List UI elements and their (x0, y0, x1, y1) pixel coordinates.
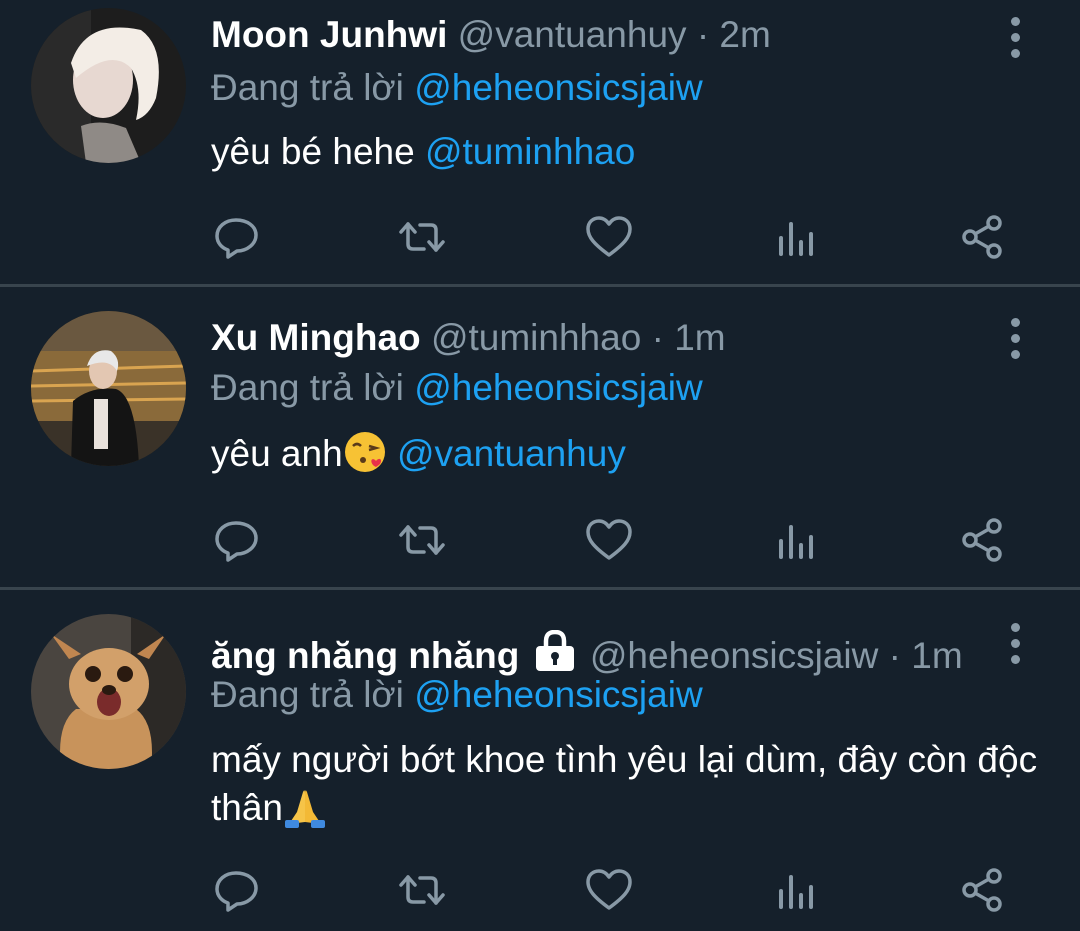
tweet[interactable]: Xu Minghao @tuminhhao · 1m Đang trả lời … (0, 287, 1080, 587)
avatar[interactable] (31, 8, 186, 163)
replying-to-mention[interactable]: @heheonsicsjaiw (414, 67, 702, 108)
display-name[interactable]: Moon Junhwi (211, 14, 447, 55)
tweet-text-content: yêu bé hehe (211, 131, 425, 172)
tweet-text-content: yêu anh (211, 433, 343, 474)
tweet-header: ăng nhăng nhăng @heheonsicsjaiw · 1m (211, 630, 963, 674)
more-options-icon[interactable] (1004, 318, 1028, 360)
retweet-icon[interactable] (397, 212, 447, 262)
replying-to-mention[interactable]: @heheonsicsjaiw (414, 674, 702, 715)
analytics-icon[interactable] (771, 212, 821, 262)
timestamp[interactable]: 1m (911, 635, 962, 676)
action-bar (0, 865, 1080, 915)
retweet-icon[interactable] (397, 865, 447, 915)
user-handle[interactable]: @tuminhhao (431, 317, 641, 358)
replying-prefix: Đang trả lời (211, 367, 404, 408)
replying-to-line: Đang trả lời @heheonsicsjaiw (211, 676, 703, 713)
folded-hands-emoji (285, 790, 326, 828)
lock-icon (535, 630, 574, 671)
tweet-text: yêu anh @vantuanhuy (211, 430, 1051, 478)
avatar[interactable] (31, 614, 186, 769)
replying-to-line: Đang trả lời @heheonsicsjaiw (211, 369, 703, 406)
share-icon[interactable] (957, 865, 1007, 915)
tweet-text-content: mấy người bớt khoe tình yêu lại dùm, đây… (211, 739, 1038, 828)
tweet[interactable]: ăng nhăng nhăng @heheonsicsjaiw · 1m Đan… (0, 590, 1080, 931)
like-icon[interactable] (584, 515, 634, 565)
timestamp[interactable]: 1m (674, 317, 725, 358)
timestamp[interactable]: 2m (719, 14, 770, 55)
replying-prefix: Đang trả lời (211, 67, 404, 108)
share-icon[interactable] (957, 212, 1007, 262)
tweet-text: yêu bé hehe @tuminhhao (211, 128, 1051, 176)
analytics-icon[interactable] (771, 865, 821, 915)
retweet-icon[interactable] (397, 515, 447, 565)
like-icon[interactable] (584, 865, 634, 915)
mention-link[interactable]: @tuminhhao (425, 131, 635, 172)
mention-link[interactable]: @vantuanhuy (397, 433, 626, 474)
display-name[interactable]: ăng nhăng nhăng (211, 635, 519, 676)
user-handle[interactable]: @vantuanhuy (458, 14, 687, 55)
kissing-face-emoji (344, 432, 385, 472)
reply-icon[interactable] (212, 515, 262, 565)
like-icon[interactable] (584, 212, 634, 262)
display-name[interactable]: Xu Minghao (211, 317, 421, 358)
tweet-text: mấy người bớt khoe tình yêu lại dùm, đây… (211, 736, 1051, 832)
tweet-header: Moon Junhwi @vantuanhuy · 2m (211, 16, 771, 53)
reply-icon[interactable] (212, 865, 262, 915)
action-bar (0, 515, 1080, 565)
replying-to-mention[interactable]: @heheonsicsjaiw (414, 367, 702, 408)
more-options-icon[interactable] (1004, 17, 1028, 59)
user-handle[interactable]: @heheonsicsjaiw (590, 635, 878, 676)
action-bar (0, 212, 1080, 262)
replying-to-line: Đang trả lời @heheonsicsjaiw (211, 69, 703, 106)
tweet[interactable]: Moon Junhwi @vantuanhuy · 2m Đang trả lờ… (0, 0, 1080, 284)
separator-dot: · (696, 14, 710, 55)
more-options-icon[interactable] (1004, 623, 1028, 665)
avatar[interactable] (31, 311, 186, 466)
separator-dot: · (888, 635, 901, 676)
reply-icon[interactable] (212, 212, 262, 262)
analytics-icon[interactable] (771, 515, 821, 565)
replying-prefix: Đang trả lời (211, 674, 404, 715)
share-icon[interactable] (957, 515, 1007, 565)
tweet-header: Xu Minghao @tuminhhao · 1m (211, 319, 726, 356)
separator-dot: · (651, 317, 664, 358)
